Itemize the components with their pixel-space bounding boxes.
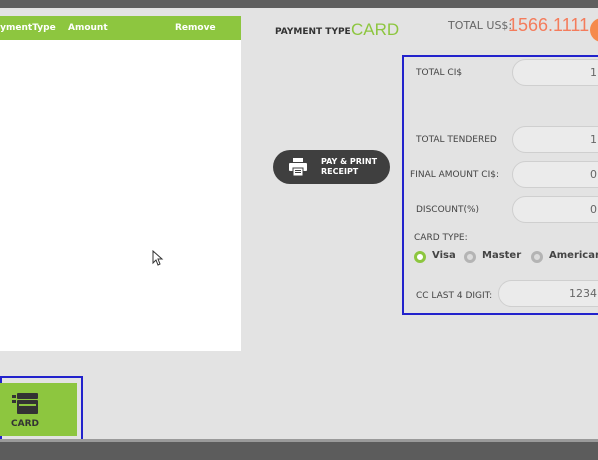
payment-type-label: PAYMENT TYPE: [275, 27, 351, 37]
payment-form-panel: TOTAL CI$ 1 TOTAL TENDERED 1 FINAL AMOUN…: [402, 55, 598, 315]
cc-last4-label: CC LAST 4 DIGIT:: [416, 291, 493, 301]
radio-visa-label[interactable]: Visa: [432, 250, 456, 261]
total-tendered-field[interactable]: 1: [512, 126, 598, 153]
payment-type-value: CARD: [351, 20, 400, 39]
column-header-amount[interactable]: Amount: [68, 23, 108, 33]
total-tendered-label: TOTAL TENDERED: [416, 135, 497, 145]
total-us-label: TOTAL US$:: [448, 19, 513, 32]
top-bar: [0, 0, 598, 8]
radio-master[interactable]: [464, 251, 476, 263]
pay-and-print-receipt-button[interactable]: PAY & PRINT RECEIPT: [273, 150, 390, 184]
radio-visa[interactable]: [414, 251, 426, 263]
column-header-remove[interactable]: Remove: [175, 23, 216, 33]
total-us-value: 1566.1111: [508, 15, 590, 35]
payments-table: PaymentType Amount Remove: [0, 16, 241, 351]
mouse-pointer-icon: [152, 250, 164, 266]
discount-label: DISCOUNT(%): [416, 205, 480, 215]
table-header: PaymentType Amount Remove: [0, 16, 241, 40]
total-ci-field[interactable]: 1: [512, 59, 598, 86]
card-type-label: CARD TYPE:: [414, 233, 468, 243]
pay-and-print-label: PAY & PRINT RECEIPT: [321, 157, 377, 177]
final-amount-label: FINAL AMOUNT CI$:: [410, 170, 499, 180]
printer-icon: [289, 158, 307, 176]
radio-master-label[interactable]: Master: [482, 250, 521, 261]
card-button-label: CARD: [11, 419, 39, 429]
radio-american-label[interactable]: American: [549, 250, 598, 261]
column-header-payment-type[interactable]: PaymentType: [0, 23, 56, 33]
card-payment-button[interactable]: CARD: [0, 383, 77, 436]
total-ci-label: TOTAL CI$: [416, 68, 463, 78]
pay-and-print-line1: PAY & PRINT: [321, 157, 378, 166]
credit-card-icon: [12, 393, 38, 414]
radio-american[interactable]: [531, 251, 543, 263]
cc-last4-field[interactable]: 1234: [498, 280, 598, 307]
pay-and-print-line2: RECEIPT: [321, 167, 359, 176]
bottom-bar: [0, 439, 598, 460]
final-amount-field[interactable]: 0: [512, 161, 598, 188]
discount-field[interactable]: 0: [512, 196, 598, 223]
status-indicator: [590, 18, 598, 42]
